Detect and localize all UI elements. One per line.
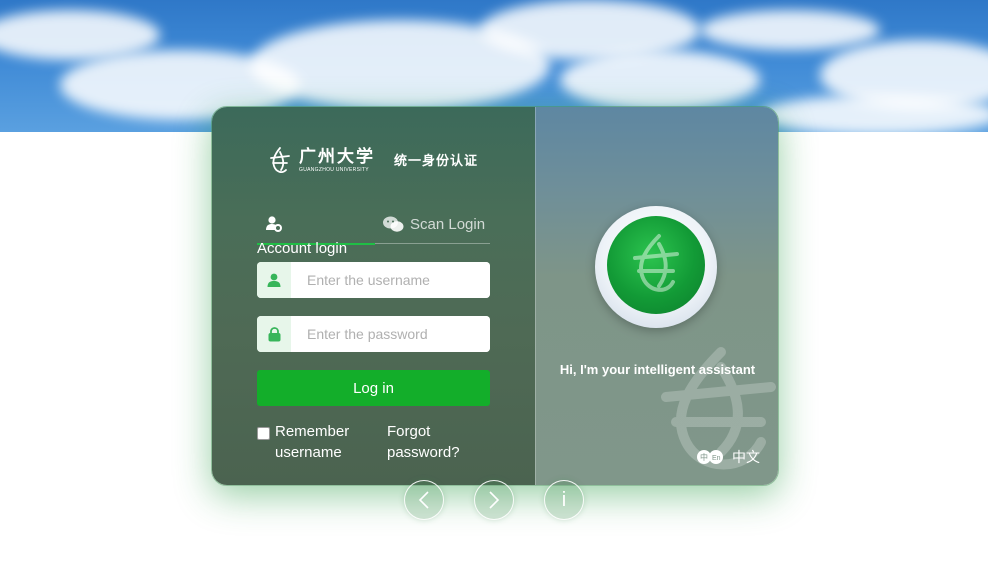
university-emblem-icon xyxy=(633,234,679,292)
login-button[interactable]: Log in xyxy=(257,370,490,406)
svg-text:中: 中 xyxy=(700,452,708,462)
info-button[interactable]: i xyxy=(544,480,584,520)
next-slide-button[interactable] xyxy=(474,480,514,520)
lock-icon xyxy=(268,326,280,341)
forgot-password-link[interactable]: Forgot password? xyxy=(387,421,477,463)
chevron-right-icon xyxy=(489,491,500,509)
login-card: 广州大学 GUANGZHOU UNIVERSITY 统一身份认证 Scan Lo… xyxy=(211,106,779,486)
tab-scan-label: Scan Login xyxy=(410,215,486,233)
chevron-left-icon xyxy=(418,491,429,509)
svg-text:En: En xyxy=(712,455,721,462)
login-panel: 广州大学 GUANGZHOU UNIVERSITY 统一身份认证 Scan Lo… xyxy=(212,107,535,485)
assistant-avatar[interactable] xyxy=(595,206,717,328)
language-switch-icon: 中 En xyxy=(697,450,723,464)
tab-scan-login[interactable]: Scan Login xyxy=(382,215,485,233)
user-icon xyxy=(267,273,281,287)
prev-slide-button[interactable] xyxy=(404,480,444,520)
remember-checkbox[interactable] xyxy=(257,427,270,440)
language-label: 中文 xyxy=(732,449,760,465)
info-icon: i xyxy=(561,488,567,511)
password-prefix xyxy=(257,316,291,352)
system-title: 统一身份认证 xyxy=(394,154,479,169)
username-input[interactable] xyxy=(291,262,490,298)
password-input[interactable] xyxy=(291,316,490,352)
language-switch[interactable]: 中 En 中文 xyxy=(696,447,760,467)
password-field xyxy=(257,316,490,352)
remember-username[interactable]: Remember username xyxy=(257,421,365,463)
account-login-heading: Account login xyxy=(257,240,348,257)
assistant-greeting: Hi, I'm your intelligent assistant xyxy=(559,362,756,377)
university-name-cn: 广州大学 xyxy=(299,147,375,167)
university-name-en: GUANGZHOU UNIVERSITY xyxy=(299,167,369,173)
username-prefix xyxy=(257,262,291,298)
university-emblem-icon xyxy=(270,147,290,173)
user-shield-icon xyxy=(266,216,282,232)
assistant-panel: Hi, I'm your intelligent assistant 中 En … xyxy=(535,107,778,485)
username-field xyxy=(257,262,490,298)
assistant-emblem xyxy=(607,216,705,314)
remember-label: Remember username xyxy=(275,423,350,461)
wechat-icon xyxy=(383,216,404,232)
university-logo: 广州大学 GUANGZHOU UNIVERSITY xyxy=(267,145,375,177)
